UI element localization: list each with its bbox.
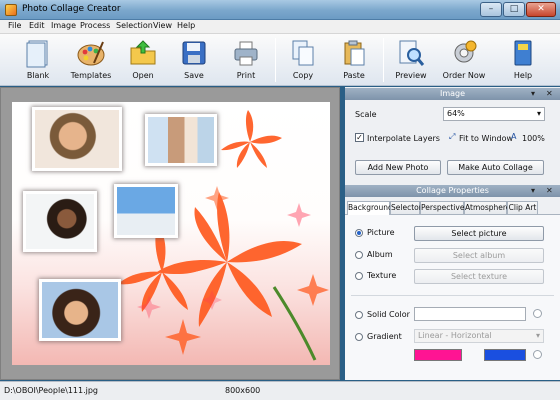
toolbar: Blank Templates Open Save Print Copy Pas… [0, 34, 560, 86]
title-bar: Photo Collage Creator – □ ✕ [0, 0, 560, 20]
print-button[interactable]: Print [221, 36, 271, 84]
minimize-button[interactable]: – [480, 2, 502, 17]
printer-icon [234, 41, 258, 66]
preview-button[interactable]: Preview [386, 36, 436, 84]
gradient-radio[interactable] [355, 333, 363, 341]
menu-process[interactable]: Process [80, 21, 110, 30]
solid-color-field[interactable] [414, 307, 526, 321]
close-button[interactable]: ✕ [526, 2, 556, 17]
image-size: 800x600 [225, 386, 261, 395]
menu-help[interactable]: Help [177, 21, 195, 30]
save-button[interactable]: Save [169, 36, 219, 84]
menu-edit[interactable]: Edit [29, 21, 45, 30]
menu-view[interactable]: View [153, 21, 172, 30]
pin-icon[interactable]: ▾ [531, 185, 535, 197]
interpolate-label: Interpolate Layers [367, 134, 440, 143]
help-book-icon [514, 40, 532, 66]
copy-icon [292, 40, 314, 66]
picture-radio[interactable] [355, 229, 363, 237]
tab-clip-art[interactable]: Clip Art [507, 201, 538, 214]
property-tabs: Background Selector Perspective Atmosphe… [345, 201, 560, 215]
close-icon[interactable]: ✕ [546, 88, 553, 100]
file-path: D:\OBOI\People\111.jpg [4, 386, 99, 395]
solid-color-radio[interactable] [355, 311, 363, 319]
open-folder-icon [130, 40, 156, 65]
fit-to-window-button[interactable]: Fit to Window [459, 134, 513, 143]
close-icon[interactable]: ✕ [546, 185, 553, 197]
templates-button[interactable]: Templates [66, 36, 116, 84]
collage-photo-couple[interactable] [145, 114, 217, 166]
collage-canvas[interactable] [12, 102, 330, 365]
chevron-down-icon: ▾ [535, 331, 540, 340]
zoom-100-button[interactable]: 100% [522, 134, 545, 143]
collage-photo-portrait-3[interactable] [39, 279, 121, 341]
blank-button[interactable]: Blank [13, 36, 63, 84]
fit-window-icon: ⤢ [449, 132, 456, 141]
menu-file[interactable]: File [8, 21, 21, 30]
menu-selection[interactable]: Selection [116, 21, 153, 30]
tab-atmosphere[interactable]: Atmosphere [464, 201, 510, 214]
paste-button[interactable]: Paste [329, 36, 379, 84]
status-bar: D:\OBOI\People\111.jpg 800x600 [0, 381, 560, 400]
scale-label: Scale [355, 110, 377, 119]
magnifier-preview-icon [399, 40, 425, 66]
help-button[interactable]: Help [498, 36, 548, 84]
gradient-label: Gradient [367, 332, 402, 341]
window-title: Photo Collage Creator [22, 4, 121, 14]
collage-photo-beach[interactable] [114, 184, 178, 238]
color-picker-icon[interactable] [533, 309, 542, 318]
canvas-area[interactable] [0, 87, 340, 380]
blank-document-icon [26, 40, 48, 68]
zoom-100-icon: A [511, 132, 517, 141]
order-now-button[interactable]: Order Now [439, 36, 489, 84]
solid-color-label: Solid Color [367, 310, 410, 319]
color-picker-icon[interactable] [533, 350, 542, 359]
background-tab-content: Picture Select picture Album Select albu… [345, 215, 560, 380]
open-button[interactable]: Open [118, 36, 168, 84]
interpolate-checkbox[interactable]: ✓ [355, 133, 364, 142]
divider [351, 295, 554, 296]
gradient-type-select[interactable]: Linear - Horizontal ▾ [414, 329, 544, 343]
menu-bar: File Edit Image Process Selection View H… [0, 20, 560, 34]
order-gear-icon [454, 40, 477, 63]
menu-image[interactable]: Image [51, 21, 76, 30]
toolbar-separator [383, 38, 384, 82]
paste-icon [344, 40, 365, 66]
scale-select[interactable]: 64% ▾ [443, 107, 545, 121]
properties-panel: Image ▾ ✕ Scale 64% ▾ ✓ Interpolate Laye… [345, 87, 560, 380]
album-radio[interactable] [355, 251, 363, 259]
texture-radio[interactable] [355, 272, 363, 280]
tab-selector[interactable]: Selector [390, 201, 422, 214]
select-album-button[interactable]: Select album [414, 248, 544, 263]
make-auto-collage-button[interactable]: Make Auto Collage [447, 160, 544, 175]
select-picture-button[interactable]: Select picture [414, 226, 544, 241]
collage-photo-portrait-1[interactable] [32, 107, 122, 171]
maximize-button[interactable]: □ [503, 2, 525, 17]
add-new-photo-button[interactable]: Add New Photo [355, 160, 441, 175]
collage-properties-header: Collage Properties ▾ ✕ [345, 185, 560, 197]
palette-icon [77, 41, 105, 66]
gradient-color-2-swatch[interactable] [484, 349, 526, 361]
copy-button[interactable]: Copy [278, 36, 328, 84]
image-panel-header: Image ▾ ✕ [345, 88, 560, 100]
tab-perspective[interactable]: Perspective [420, 201, 464, 214]
app-icon [5, 4, 17, 16]
tab-background[interactable]: Background [347, 201, 393, 215]
chevron-down-icon: ▾ [536, 109, 541, 118]
texture-label: Texture [367, 271, 397, 280]
toolbar-separator [275, 38, 276, 82]
picture-label: Picture [367, 228, 395, 237]
collage-photo-portrait-2[interactable] [23, 191, 97, 252]
gradient-color-1-swatch[interactable] [414, 349, 462, 361]
album-label: Album [367, 250, 393, 259]
select-texture-button[interactable]: Select texture [414, 269, 544, 284]
pin-icon[interactable]: ▾ [531, 88, 535, 100]
floppy-disk-icon [182, 41, 206, 65]
